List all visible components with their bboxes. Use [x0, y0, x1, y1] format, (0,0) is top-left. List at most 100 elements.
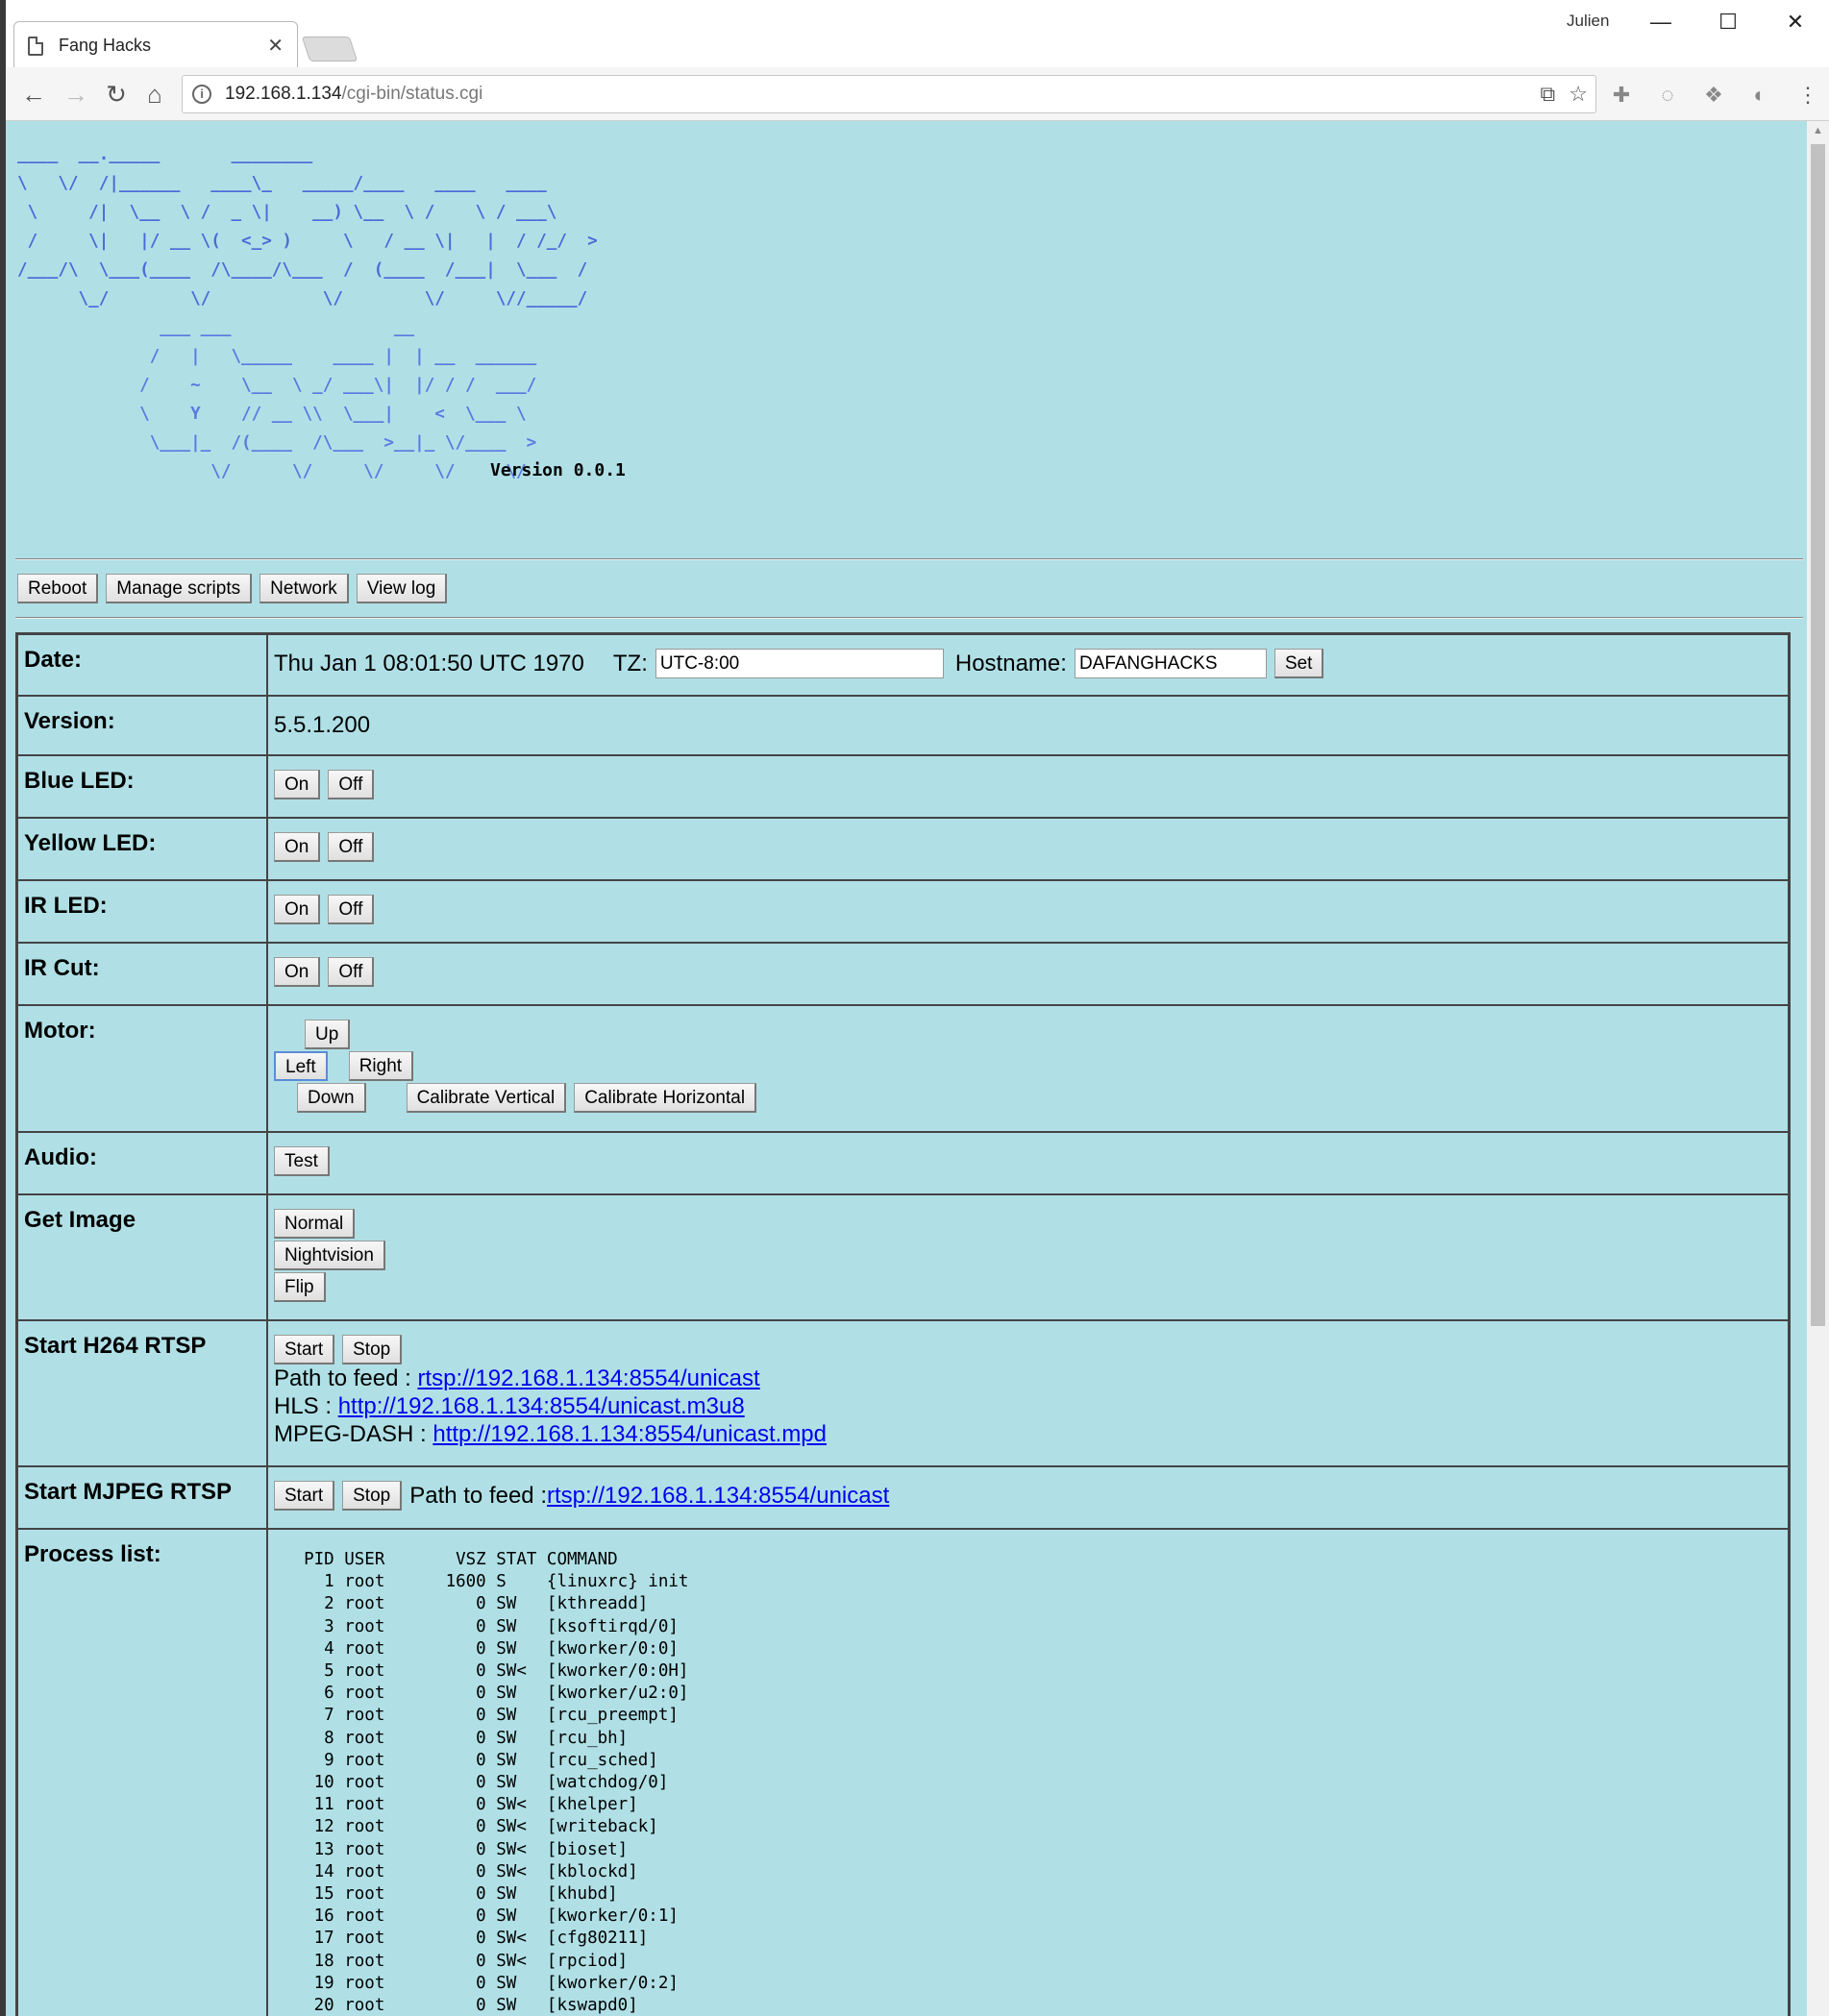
- h264-rtsp-link[interactable]: rtsp://192.168.1.134:8554/unicast: [417, 1365, 759, 1391]
- hostname-label: Hostname:: [954, 650, 1067, 676]
- calibrate-horizontal-button[interactable]: Calibrate Horizontal: [574, 1083, 757, 1113]
- motor-label: Motor:: [17, 1005, 267, 1132]
- ir-led-row: IR LED: On Off: [17, 880, 1789, 943]
- yellow-led-off-button[interactable]: Off: [328, 832, 375, 862]
- h264-row: Start H264 RTSP Start Stop Path to feed …: [17, 1320, 1789, 1466]
- hls-link[interactable]: http://192.168.1.134:8554/unicast.m3u8: [338, 1393, 745, 1419]
- scroll-up-arrow-icon[interactable]: ▲: [1813, 125, 1823, 136]
- motor-right-button[interactable]: Right: [348, 1051, 414, 1081]
- action-nav: Reboot Manage scripts Network View log: [17, 574, 448, 603]
- version-row: Version: 5.5.1.200: [17, 696, 1789, 755]
- motor-down-button[interactable]: Down: [297, 1083, 366, 1113]
- scroll-thumb[interactable]: [1811, 144, 1825, 1326]
- extension-leaf-icon[interactable]: ◐: [1745, 81, 1774, 110]
- process-row: 1 root 1600 S {linuxrc} init: [324, 1572, 689, 1592]
- mjpeg-start-button[interactable]: Start: [274, 1481, 335, 1511]
- process-list-row: Process list: PID USER VSZ STAT COMMAND …: [17, 1529, 1789, 2016]
- process-row: 4 root 0 SW [kworker/0:0]: [324, 1638, 679, 1659]
- logo-line: \ /| \__ \ / _ \| __) \__ \ / \ / ___\: [27, 203, 557, 222]
- manage-scripts-button[interactable]: Manage scripts: [106, 574, 253, 603]
- date-value: Thu Jan 1 08:01:50 UTC 1970: [274, 650, 584, 676]
- blue-led-label: Blue LED:: [17, 755, 267, 818]
- tab-title: Fang Hacks: [59, 36, 152, 55]
- menu-icon[interactable]: ⋮: [1793, 81, 1822, 110]
- dropbox-icon[interactable]: ❖: [1699, 81, 1728, 110]
- ir-led-on-button[interactable]: On: [274, 895, 321, 924]
- view-log-button[interactable]: View log: [356, 574, 448, 603]
- image-nightvision-button[interactable]: Nightvision: [274, 1241, 385, 1270]
- ir-cut-on-button[interactable]: On: [274, 957, 321, 987]
- process-row: 3 root 0 SW [ksoftirqd/0]: [324, 1616, 679, 1636]
- network-button[interactable]: Network: [260, 574, 349, 603]
- logo-line: /___/\ \___(____ /\____/\___ / (____ /__…: [17, 260, 588, 280]
- h264-path-label: Path to feed :: [274, 1365, 418, 1391]
- get-image-label: Get Image: [17, 1194, 267, 1320]
- image-normal-button[interactable]: Normal: [274, 1209, 356, 1239]
- mjpeg-stop-button[interactable]: Stop: [342, 1481, 403, 1511]
- motor-left-button[interactable]: Left: [274, 1051, 328, 1081]
- status-table: Date: Thu Jan 1 08:01:50 UTC 1970 TZ: Ho…: [15, 632, 1791, 2016]
- process-row: 6 root 0 SW [kworker/u2:0]: [324, 1684, 689, 1704]
- translate-icon[interactable]: ⧉: [1541, 82, 1556, 107]
- back-icon[interactable]: ←: [17, 79, 50, 111]
- mjpeg-label: Start MJPEG RTSP: [17, 1466, 267, 1529]
- process-row: 20 root 0 SW [kswapd0]: [313, 1996, 638, 2016]
- new-tab-button[interactable]: [301, 37, 358, 61]
- h264-stop-button[interactable]: Stop: [342, 1335, 403, 1364]
- h264-start-button[interactable]: Start: [274, 1335, 335, 1364]
- close-icon[interactable]: ✕: [267, 34, 284, 58]
- home-icon[interactable]: ⌂: [138, 79, 171, 111]
- mjpeg-rtsp-link[interactable]: rtsp://192.168.1.134:8554/unicast: [547, 1483, 889, 1510]
- ir-led-off-button[interactable]: Off: [328, 895, 375, 924]
- process-row: 12 root 0 SW< [writeback]: [313, 1817, 658, 1837]
- logo-line: / \| |/ __ \( <_> ) \ / __ \| | / /_/ >: [27, 232, 598, 251]
- profile-name[interactable]: Julien: [1567, 12, 1609, 31]
- page-icon: [28, 36, 43, 56]
- set-button[interactable]: Set: [1273, 649, 1324, 678]
- maximize-icon[interactable]: ☐: [1709, 6, 1747, 38]
- address-bar[interactable]: i 192.168.1.134/cgi-bin/status.cgi ⧉ ☆: [182, 75, 1596, 113]
- close-window-icon[interactable]: ✕: [1776, 6, 1815, 38]
- info-icon[interactable]: i: [192, 85, 211, 104]
- yellow-led-label: Yellow LED:: [17, 818, 267, 880]
- audio-row: Audio: Test: [17, 1132, 1789, 1194]
- vertical-scrollbar[interactable]: ▲: [1807, 121, 1829, 2016]
- yellow-led-on-button[interactable]: On: [274, 832, 321, 862]
- ir-led-label: IR LED:: [17, 880, 267, 943]
- version-label: Version:: [17, 696, 267, 755]
- logo-line: \ Y // __ \\ \___| < \___ \: [139, 405, 527, 424]
- process-row: 9 root 0 SW [rcu_sched]: [324, 1750, 658, 1770]
- calibrate-vertical-button[interactable]: Calibrate Vertical: [406, 1083, 567, 1113]
- blue-led-on-button[interactable]: On: [274, 770, 321, 799]
- reload-icon[interactable]: ↻: [100, 79, 133, 111]
- version-value: 5.5.1.200: [274, 712, 371, 738]
- logo-line: \ \/ /|______ ____\_ _____/____ ____ ___…: [17, 174, 547, 193]
- process-row: 19 root 0 SW [kworker/0:2]: [313, 1973, 679, 1993]
- mjpeg-path-label: Path to feed :: [409, 1482, 547, 1509]
- bookmark-star-icon[interactable]: ☆: [1569, 82, 1588, 107]
- blue-led-off-button[interactable]: Off: [328, 770, 375, 799]
- dash-link[interactable]: http://192.168.1.134:8554/unicast.mpd: [433, 1421, 827, 1447]
- process-row: 15 root 0 SW [khubd]: [313, 1884, 618, 1905]
- process-row: 10 root 0 SW [watchdog/0]: [313, 1773, 669, 1793]
- reboot-button[interactable]: Reboot: [17, 574, 99, 603]
- motor-up-button[interactable]: Up: [305, 1020, 351, 1049]
- logo-line: ____ __._____ ________: [17, 145, 313, 164]
- hostname-input[interactable]: [1074, 649, 1267, 678]
- ir-cut-off-button[interactable]: Off: [328, 957, 375, 987]
- audio-test-button[interactable]: Test: [274, 1146, 330, 1176]
- h264-label: Start H264 RTSP: [17, 1320, 267, 1466]
- forward-icon[interactable]: →: [60, 79, 92, 111]
- minimize-icon[interactable]: —: [1642, 6, 1680, 38]
- process-row: 7 root 0 SW [rcu_preempt]: [324, 1706, 679, 1726]
- tz-input[interactable]: [655, 649, 944, 678]
- browser-tab[interactable]: Fang Hacks ✕: [13, 21, 298, 69]
- extension-puzzle-icon[interactable]: ✚: [1607, 81, 1636, 110]
- ascii-logo: ____ __._____ ________ \ \/ /|______ ___…: [17, 140, 598, 486]
- process-row: 13 root 0 SW< [bioset]: [313, 1839, 629, 1859]
- image-flip-button[interactable]: Flip: [274, 1272, 326, 1302]
- blue-led-row: Blue LED: On Off: [17, 755, 1789, 818]
- logo-version: Version 0.0.1: [490, 460, 626, 480]
- date-row: Date: Thu Jan 1 08:01:50 UTC 1970 TZ: Ho…: [17, 634, 1789, 696]
- extension-circle-icon[interactable]: ◌: [1653, 81, 1682, 110]
